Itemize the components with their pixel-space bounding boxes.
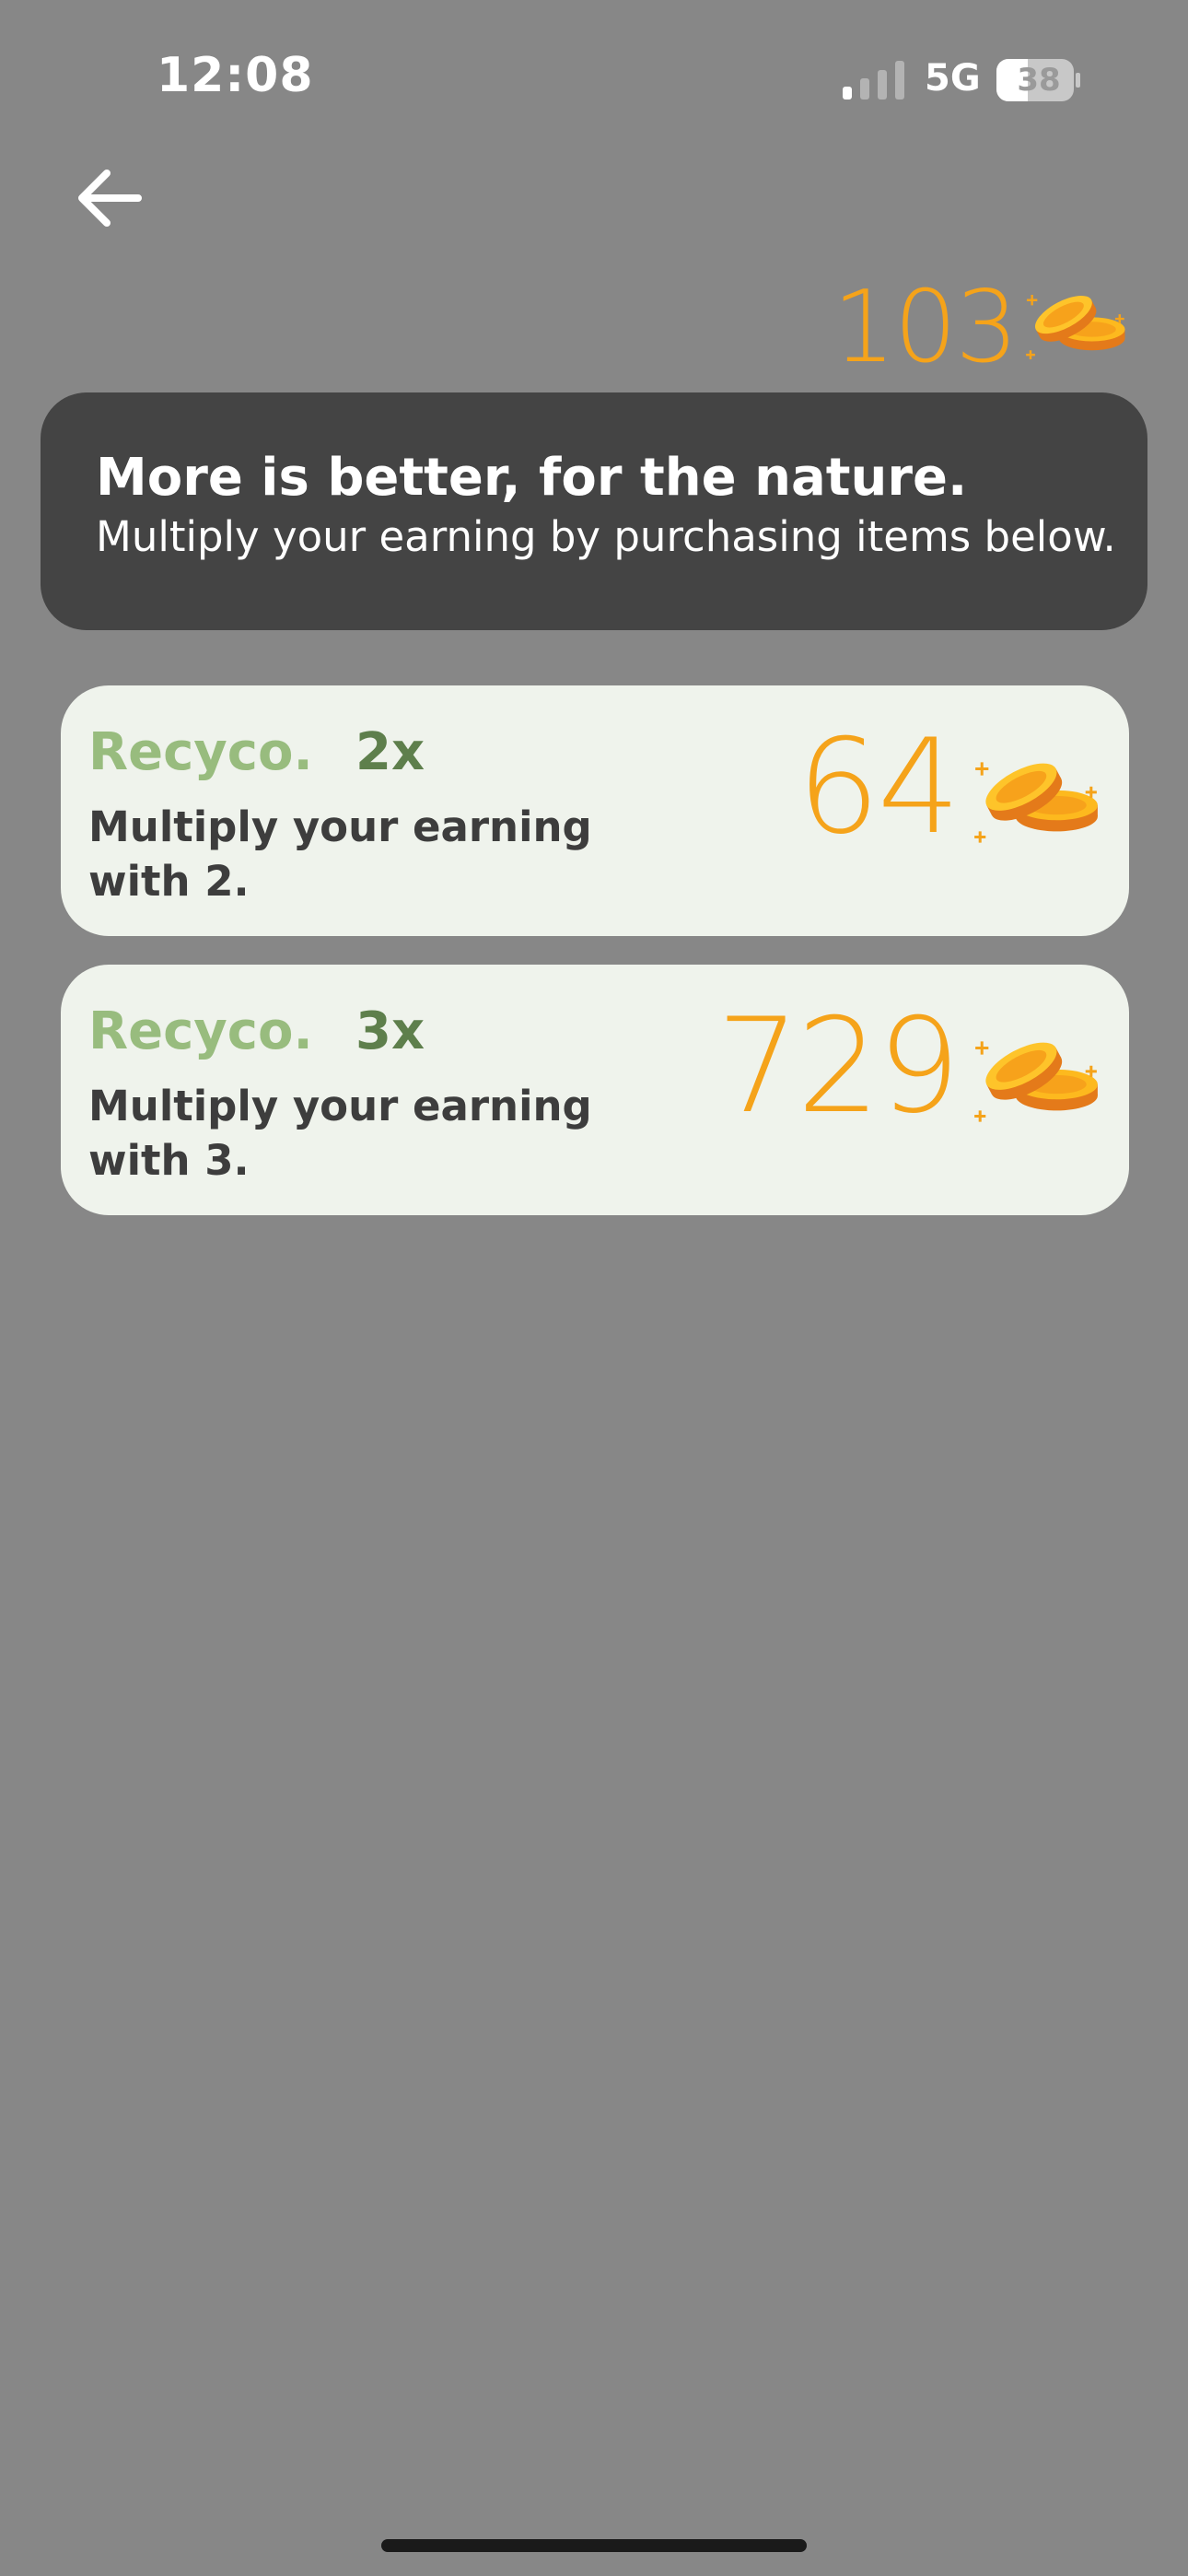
item-price: 729 (716, 990, 961, 1142)
cellular-signal-icon (843, 61, 904, 100)
item-price: 64 (797, 711, 961, 863)
item-brand: Recyco. (88, 722, 313, 782)
home-indicator[interactable] (381, 2539, 807, 2552)
banner-title: More is better, for the nature. (96, 448, 968, 508)
coin-balance: 103 (833, 267, 1131, 387)
network-label: 5G (925, 57, 981, 100)
multiplier-item-card[interactable]: Recyco. 3x Multiply your earning with 3.… (61, 965, 1129, 1215)
item-brand: Recyco. (88, 1001, 313, 1061)
info-banner: More is better, for the nature. Multiply… (41, 392, 1147, 630)
item-description: Multiply your earning with 2. (88, 802, 592, 907)
multiplier-item-card[interactable]: Recyco. 2x Multiply your earning with 2.… (61, 685, 1129, 936)
item-multiplier: 2x (355, 722, 425, 782)
balance-value: 103 (832, 269, 1019, 385)
back-arrow-icon[interactable] (74, 166, 147, 230)
coins-icon (974, 1041, 1098, 1122)
item-description: Multiply your earning with 3. (88, 1082, 592, 1186)
banner-subtitle: Multiply your earning by purchasing item… (96, 511, 1116, 561)
coins-icon (974, 762, 1098, 843)
status-time: 12:08 (157, 48, 314, 103)
item-multiplier: 3x (355, 1001, 425, 1061)
battery-level: 38 (1017, 62, 1061, 99)
coins-icon (1026, 295, 1125, 359)
